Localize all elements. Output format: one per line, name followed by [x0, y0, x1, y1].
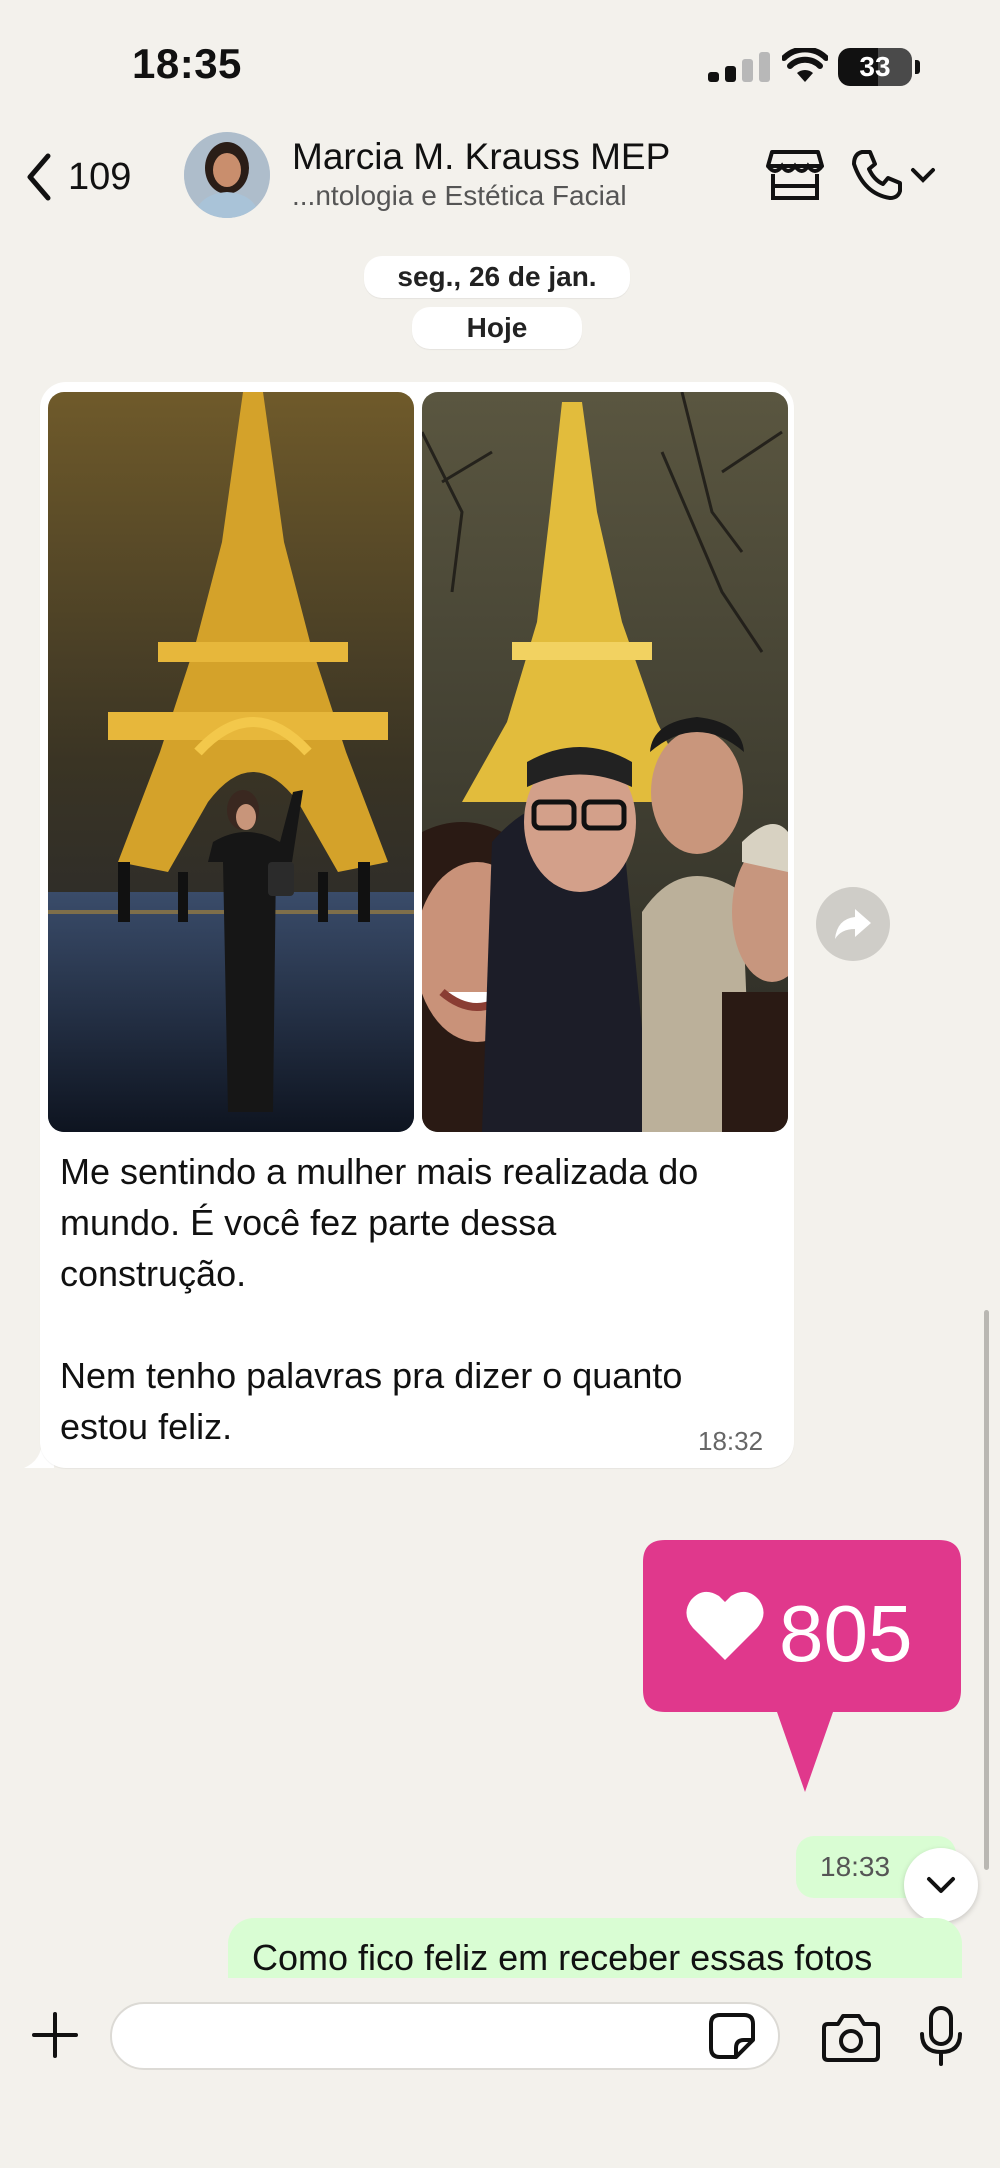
scroll-to-bottom-button[interactable]: [904, 1848, 978, 1922]
contact-subtitle[interactable]: ...ntologia e Estética Facial: [292, 180, 627, 212]
back-button[interactable]: 109: [24, 148, 164, 206]
chevron-down-icon: [927, 1877, 955, 1893]
likes-count: 805: [779, 1589, 913, 1678]
date-separator: seg., 26 de jan.: [364, 256, 630, 298]
battery-icon: 33: [838, 48, 920, 86]
forward-arrow-icon: [835, 909, 871, 939]
outgoing-message-time: 18:33: [820, 1851, 891, 1882]
photo-group-selfie[interactable]: [422, 392, 788, 1132]
sticker-icon[interactable]: [708, 2012, 756, 2060]
photo-eiffel-tower[interactable]: [48, 392, 414, 1132]
avatar[interactable]: [184, 132, 270, 218]
forward-button[interactable]: [816, 887, 890, 961]
contact-name[interactable]: Marcia M. Krauss MEP: [292, 136, 670, 178]
call-button[interactable]: [850, 146, 940, 204]
cellular-signal-icon: [708, 52, 772, 82]
status-time: 18:35: [132, 40, 242, 87]
microphone-icon[interactable]: [918, 2006, 964, 2066]
chevron-down-icon: [911, 168, 935, 183]
incoming-message-time: 18:32: [698, 1426, 764, 1456]
incoming-message-text: Me sentindo a mulher mais realizada do m…: [60, 1151, 699, 1447]
today-separator: Hoje: [412, 307, 582, 349]
scrollbar[interactable]: [984, 1310, 989, 1870]
chevron-left-icon: [27, 153, 51, 201]
plus-icon: [32, 2012, 78, 2058]
message-input[interactable]: [136, 2004, 700, 2070]
outgoing-message-text: Como fico feliz em receber essas fotos: [252, 1937, 873, 1978]
attach-button[interactable]: [30, 2010, 80, 2060]
wifi-icon: [781, 46, 829, 84]
unread-count: 109: [68, 155, 132, 198]
phone-icon: [852, 150, 902, 200]
message-input-container[interactable]: [110, 2002, 780, 2070]
camera-icon[interactable]: [822, 2012, 880, 2062]
store-icon[interactable]: [766, 148, 824, 202]
battery-level: 33: [859, 51, 891, 82]
likes-sticker[interactable]: 805: [643, 1540, 961, 1796]
